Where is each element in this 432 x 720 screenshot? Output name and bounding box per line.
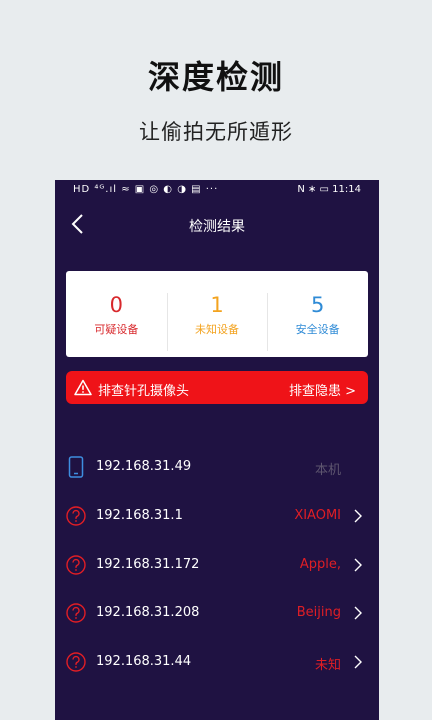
device-vendor: 本机 <box>314 463 341 478</box>
list-item[interactable]: 192.168.31.44 未知 <box>55 639 379 688</box>
suspicious-label: 可疑设备 <box>94 323 139 336</box>
phone-icon <box>68 456 84 478</box>
chevron-right-icon <box>354 558 362 572</box>
summary-unknown[interactable]: 1 未知设备 <box>166 291 268 351</box>
safe-count: 5 <box>310 293 325 317</box>
question-icon <box>66 554 86 575</box>
status-icons: HD ⁴ᴳ.ıl ≈ ▣ ◎ ◐ ◑ ▤ ··· <box>73 184 219 195</box>
status-clock: N ∗ ▭ 11:14 <box>297 184 361 195</box>
summary-suspicious[interactable]: 0 可疑设备 <box>66 291 167 337</box>
device-ip: 192.168.31.172 <box>96 556 200 572</box>
status-bar: HD ⁴ᴳ.ıl ≈ ▣ ◎ ◐ ◑ ▤ ··· N ∗ ▭ 11:14 <box>55 180 379 202</box>
summary-card: 0 可疑设备 1 未知设备 5 安全设备 <box>66 271 368 357</box>
unknown-label: 未知设备 <box>195 323 239 336</box>
list-item[interactable]: 192.168.31.49 本机 <box>55 444 379 493</box>
question-icon <box>66 603 86 624</box>
chevron-right-icon <box>354 606 362 620</box>
list-item[interactable]: 192.168.31.1 XIAOMI <box>55 493 379 542</box>
suspicious-count: 0 <box>109 293 124 317</box>
device-vendor: Apple, <box>299 556 341 572</box>
device-vendor: XIAOMI <box>294 507 341 523</box>
question-icon <box>66 506 86 526</box>
question-icon <box>66 652 86 672</box>
promo-title: 深度检测 <box>147 58 284 96</box>
nav-bar: 检测结果 <box>55 202 379 246</box>
summary-safe[interactable]: 5 安全设备 <box>267 291 368 351</box>
device-list: 192.168.31.49 本机 192.168.31.1 XIAOMI 192… <box>55 444 379 688</box>
unknown-count: 1 <box>210 293 224 317</box>
warning-icon <box>74 379 92 396</box>
phone-screen: HD ⁴ᴳ.ıl ≈ ▣ ◎ ◐ ◑ ▤ ··· N ∗ ▭ 11:14 检测结… <box>55 180 379 720</box>
list-item[interactable]: 192.168.31.172 Apple, <box>55 542 379 591</box>
device-ip: 192.168.31.49 <box>96 459 192 474</box>
alert-text: 排查针孔摄像头 <box>98 384 190 399</box>
device-vendor: 未知 <box>314 658 341 674</box>
safe-label: 安全设备 <box>295 323 340 336</box>
list-item[interactable]: 192.168.31.208 Beijing <box>55 590 379 639</box>
device-vendor: Beijing <box>296 605 341 621</box>
device-ip: 192.168.31.44 <box>96 654 192 670</box>
promo-subtitle: 让偷拍无所遁形 <box>139 120 293 144</box>
alert-action-link[interactable]: 排查隐患 > <box>289 380 356 399</box>
chevron-right-icon <box>354 655 362 669</box>
chevron-right-icon <box>354 509 362 523</box>
pinhole-camera-check-button[interactable]: 排查针孔摄像头 排查隐患 > <box>66 371 368 404</box>
page-title: 检测结果 <box>189 219 245 235</box>
device-ip: 192.168.31.208 <box>96 605 200 621</box>
device-ip: 192.168.31.1 <box>96 507 183 523</box>
